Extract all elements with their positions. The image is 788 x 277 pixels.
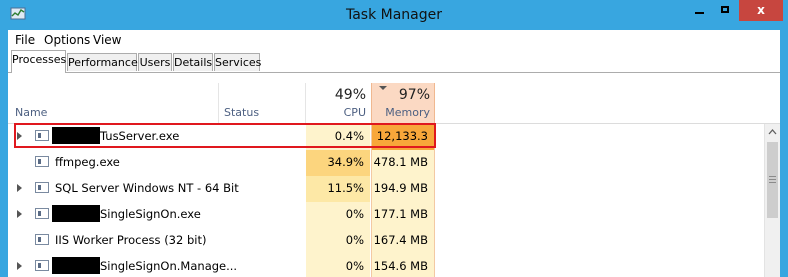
name-column-header[interactable]: Name bbox=[15, 106, 47, 119]
process-name: SQL Server Windows NT - 64 Bit bbox=[55, 181, 239, 195]
cpu-column-header[interactable]: CPU bbox=[344, 106, 366, 119]
process-name: SingleSignOn.exe bbox=[100, 207, 201, 221]
cpu-value: 0.4% bbox=[306, 124, 370, 150]
process-icon bbox=[35, 156, 49, 167]
column-header: Name Status 49% CPU 97% Memory bbox=[8, 83, 780, 124]
cpu-value: 11.5% bbox=[306, 176, 370, 202]
menu-options[interactable]: Options bbox=[44, 33, 90, 47]
scroll-up-button[interactable] bbox=[765, 124, 780, 140]
process-name: SingleSignOn.Manage... bbox=[100, 259, 238, 273]
memory-value: 478.1 MB bbox=[371, 150, 435, 176]
cpu-value: 0% bbox=[306, 254, 370, 277]
process-icon bbox=[35, 260, 49, 271]
close-icon: x bbox=[757, 3, 765, 17]
expand-arrow-icon[interactable] bbox=[17, 210, 22, 218]
column-divider[interactable] bbox=[218, 83, 219, 123]
menu-view[interactable]: View bbox=[93, 33, 121, 47]
menu-file[interactable]: File bbox=[15, 33, 35, 47]
expand-arrow-icon[interactable] bbox=[17, 262, 22, 270]
expand-arrow-icon[interactable] bbox=[17, 184, 22, 192]
tab-performance[interactable]: Performance bbox=[67, 53, 138, 71]
tab-details[interactable]: Details bbox=[173, 53, 213, 71]
status-column-header[interactable]: Status bbox=[224, 106, 259, 119]
minimize-icon bbox=[695, 12, 704, 14]
memory-column-label[interactable]: Memory bbox=[385, 106, 430, 119]
tab-users[interactable]: Users bbox=[138, 53, 172, 71]
chevron-up-icon bbox=[768, 129, 777, 135]
cpu-value: 0% bbox=[306, 202, 370, 228]
process-row[interactable]: TusServer.exe 0.4% 12,133.3 ... bbox=[8, 124, 763, 168]
process-icon bbox=[35, 182, 49, 193]
grip-icon bbox=[769, 182, 776, 183]
process-name: IIS Worker Process (32 bit) bbox=[55, 233, 207, 247]
process-row[interactable]: IIS Worker Process (32 bit) 0% 167.4 MB bbox=[8, 228, 763, 254]
client-area: File Options View Processes Performance … bbox=[8, 30, 780, 277]
title-bar[interactable]: Task Manager x bbox=[0, 0, 788, 30]
memory-value: 177.1 MB bbox=[371, 202, 435, 228]
window-title: Task Manager bbox=[345, 7, 443, 23]
memory-total-percent: 97% bbox=[398, 87, 430, 103]
memory-value: 167.4 MB bbox=[371, 228, 435, 254]
cpu-total-percent: 49% bbox=[334, 87, 366, 103]
sort-descending-icon bbox=[379, 86, 387, 90]
redaction-block bbox=[52, 127, 100, 144]
memory-value: 12,133.3 ... bbox=[371, 124, 435, 168]
memory-value: 154.6 MB bbox=[371, 254, 435, 277]
process-list: TusServer.exe 0.4% 12,133.3 ... ffmpeg.e… bbox=[8, 124, 763, 277]
vertical-scrollbar[interactable] bbox=[764, 124, 780, 277]
process-row[interactable]: SingleSignOn.exe 0% 177.1 MB bbox=[8, 202, 763, 228]
maximize-icon bbox=[721, 6, 729, 13]
minimize-button[interactable] bbox=[687, 0, 713, 21]
redaction-block bbox=[52, 205, 100, 222]
process-name: TusServer.exe bbox=[100, 129, 180, 143]
tab-services[interactable]: Services bbox=[214, 53, 261, 71]
column-divider[interactable] bbox=[305, 83, 306, 123]
process-icon bbox=[35, 234, 49, 245]
cpu-value: 0% bbox=[306, 228, 370, 254]
memory-value: 194.9 MB bbox=[371, 176, 435, 202]
expand-arrow-icon[interactable] bbox=[17, 132, 22, 140]
process-icon bbox=[35, 208, 49, 219]
tab-processes[interactable]: Processes bbox=[11, 50, 66, 73]
grip-icon bbox=[769, 176, 776, 177]
menu-bar: File Options View bbox=[8, 30, 780, 49]
process-icon bbox=[35, 130, 49, 141]
process-name: ffmpeg.exe bbox=[55, 155, 120, 169]
maximize-button[interactable] bbox=[713, 0, 739, 21]
scrollbar-thumb[interactable] bbox=[767, 142, 778, 218]
process-row[interactable]: SingleSignOn.Manage... 0% 154.6 MB bbox=[8, 254, 763, 277]
tab-strip: Processes Performance Users Details Serv… bbox=[8, 50, 780, 73]
process-row[interactable]: SQL Server Windows NT - 64 Bit 11.5% 194… bbox=[8, 176, 763, 202]
process-row[interactable]: ffmpeg.exe 34.9% 478.1 MB bbox=[8, 150, 763, 176]
grip-icon bbox=[769, 179, 776, 180]
task-manager-window: Task Manager x File Options View Process… bbox=[0, 0, 788, 277]
cpu-value: 34.9% bbox=[306, 150, 370, 176]
close-button[interactable]: x bbox=[739, 0, 783, 21]
redaction-block bbox=[52, 257, 100, 274]
